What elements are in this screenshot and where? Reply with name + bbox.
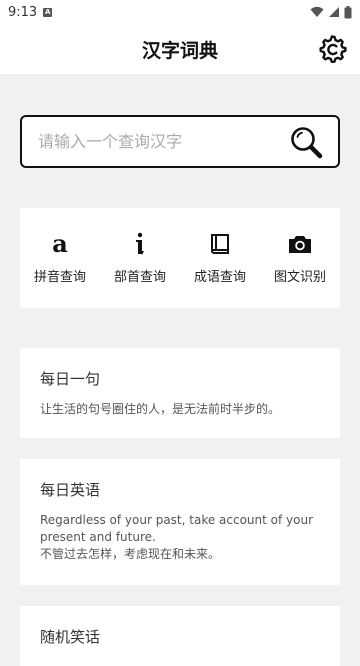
cellular-signal-icon <box>329 7 339 17</box>
pinyin-a-icon: a <box>52 229 68 258</box>
battery-icon <box>344 5 352 18</box>
app-title: 汉字词典 <box>141 39 218 62</box>
search-icon <box>291 126 323 158</box>
random-joke-card[interactable]: 随机笑话 <box>20 606 340 666</box>
card-text: 让生活的句号圈住的人，是无法前时半步的。 <box>40 402 281 416</box>
daily-sentence-card[interactable]: 每日一句 让生活的句号圈住的人，是无法前时半步的。 <box>20 348 340 438</box>
wifi-icon <box>310 6 324 17</box>
idiom-query-button[interactable]: 成语查询 <box>180 208 260 308</box>
book-icon <box>211 234 229 254</box>
chinese-text: 不管过去怎样，考虑现在和未来。 <box>40 547 221 561</box>
feature-label: 拼音查询 <box>33 270 86 285</box>
camera-icon <box>289 236 311 253</box>
pinyin-query-button[interactable]: a 拼音查询 <box>20 208 100 308</box>
status-bar: 9:13 A <box>0 0 360 24</box>
feature-label: 图文识别 <box>273 270 326 285</box>
search-input[interactable] <box>36 131 288 152</box>
image-recognition-button[interactable]: 图文识别 <box>260 208 340 308</box>
search-button[interactable] <box>288 124 324 160</box>
feature-grid: a 拼音查询 部首查询 成语查询 图文识别 <box>20 208 340 308</box>
status-time: 9:13 <box>8 4 38 20</box>
radical-i-icon <box>136 232 144 255</box>
gear-icon <box>319 35 347 63</box>
search-box <box>20 115 340 168</box>
card-title: 每日一句 <box>40 370 101 388</box>
app-bar: 汉字词典 <box>0 24 360 74</box>
card-title: 随机笑话 <box>40 628 101 646</box>
settings-button[interactable] <box>318 34 348 64</box>
feature-label: 部首查询 <box>113 270 166 285</box>
english-text: Regardless of your past, take account of… <box>40 513 314 544</box>
daily-english-card[interactable]: 每日英语 Regardless of your past, take accou… <box>20 459 340 585</box>
card-title: 每日英语 <box>40 481 101 499</box>
notification-icon: A <box>43 7 53 17</box>
radical-query-button[interactable]: 部首查询 <box>100 208 180 308</box>
feature-label: 成语查询 <box>193 270 246 285</box>
